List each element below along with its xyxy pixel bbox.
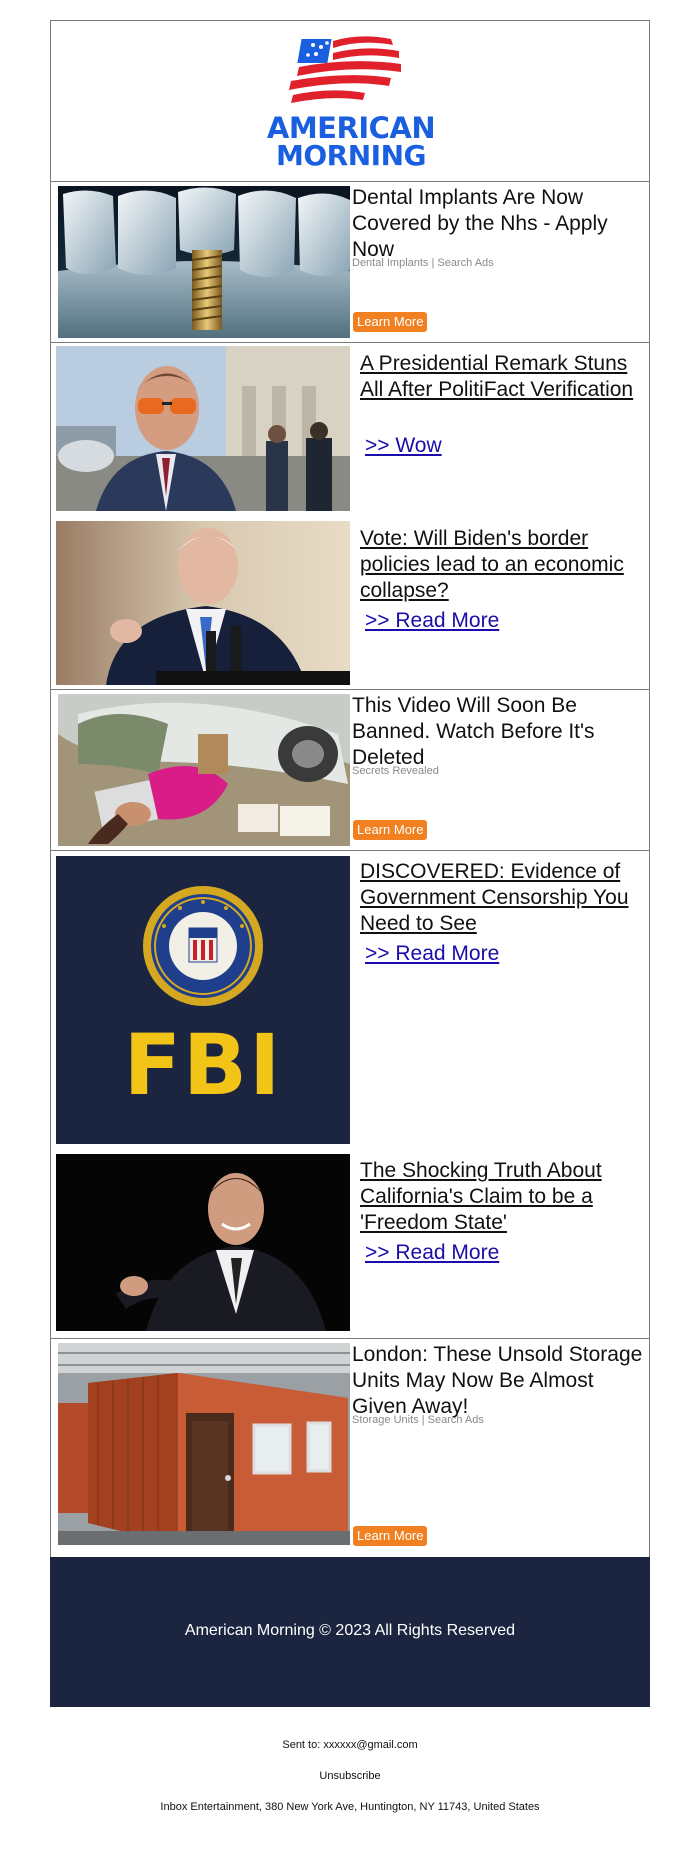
sponsored-ad[interactable]: Dental Implants Are Now Covered by the N… (50, 181, 650, 343)
mailing-address: Inbox Entertainment, 380 New York Ave, H… (160, 1801, 540, 1813)
ad-sponsor: Dental Implants | Search Ads (352, 257, 494, 269)
email-header: AMERICAN MORNING (50, 20, 650, 182)
ad-sponsor: Secrets Revealed (352, 765, 439, 777)
article-headline[interactable]: The Shocking Truth About California's Cl… (360, 1158, 645, 1236)
fbi-logo[interactable]: FBI (56, 856, 350, 1144)
ad-headline[interactable]: London: These Unsold Storage Units May N… (352, 1342, 644, 1420)
article-headline[interactable]: A Presidential Remark Stuns All After Po… (360, 351, 645, 403)
ad-headline[interactable]: This Video Will Soon Be Banned. Watch Be… (352, 693, 644, 771)
article-group: FBI DISCOVERED: Evidence of Government C… (50, 850, 650, 1339)
article-read-link[interactable]: >> Read More (365, 942, 499, 966)
newsom-photo[interactable] (56, 1154, 350, 1331)
article-group: A Presidential Remark Stuns All After Po… (50, 342, 650, 690)
american-morning-logo[interactable]: AMERICAN MORNING (261, 31, 441, 171)
article-read-link[interactable]: >> Read More (365, 1241, 499, 1265)
ad-headline[interactable]: Dental Implants Are Now Covered by the N… (352, 185, 644, 263)
learn-more-button[interactable]: Learn More (353, 1526, 428, 1546)
article-headline[interactable]: Vote: Will Biden's border policies lead … (360, 526, 645, 604)
sponsored-ad[interactable]: London: These Unsold Storage Units May N… (50, 1338, 650, 1558)
flag-runner-icon (289, 36, 401, 103)
article-read-link[interactable]: >> Wow (365, 434, 442, 458)
copyright-text: American Morning © 2023 All Rights Reser… (184, 1622, 516, 1639)
learn-more-button[interactable]: Learn More (353, 820, 428, 840)
sent-to-text: Sent to: xxxxxx@gmail.com (282, 1739, 418, 1751)
biden-photo[interactable] (56, 521, 350, 685)
unsubscribe-link[interactable]: Unsubscribe (0, 1770, 700, 1782)
fbi-text: FBI (123, 1016, 283, 1114)
article-read-link[interactable]: >> Read More (365, 609, 499, 633)
car-accident-image[interactable] (58, 694, 350, 846)
logo-text-morning: MORNING (276, 139, 427, 172)
dental-implant-image[interactable] (58, 186, 350, 338)
article-headline[interactable]: DISCOVERED: Evidence of Government Censo… (360, 859, 645, 937)
footer-banner: American Morning © 2023 All Rights Reser… (50, 1557, 650, 1707)
ad-sponsor: Storage Units | Search Ads (352, 1414, 484, 1426)
congressman-photo[interactable] (56, 346, 350, 511)
sponsored-ad[interactable]: This Video Will Soon Be Banned. Watch Be… (50, 689, 650, 851)
storage-container-image[interactable] (58, 1343, 350, 1545)
learn-more-button[interactable]: Learn More (353, 312, 428, 332)
